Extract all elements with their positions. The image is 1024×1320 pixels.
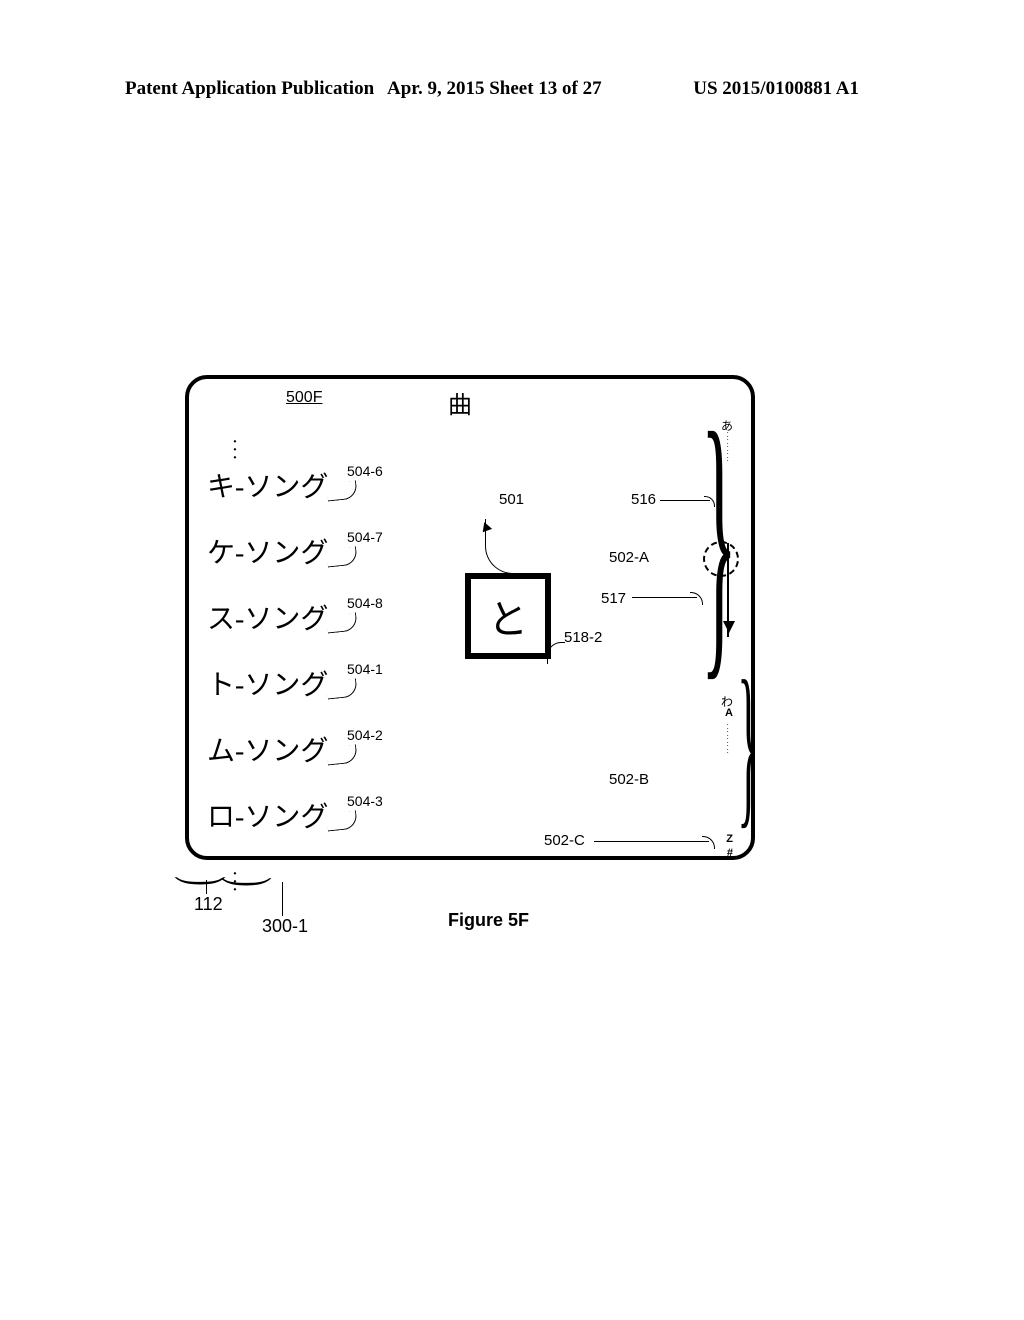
publication-number: US 2015/0100881 A1 <box>693 78 859 100</box>
reference-label: 504-6 <box>347 464 383 478</box>
list-item[interactable]: ス-ソング 504-8 <box>207 606 328 634</box>
list-item[interactable]: ト-ソング 504-1 <box>207 672 328 700</box>
leader-arrow <box>485 519 515 574</box>
ellipsis-icon: ··· <box>215 438 255 462</box>
list-item[interactable]: ケ-ソング 504-7 <box>207 540 328 568</box>
reference-label: 517 <box>601 590 626 607</box>
header-center: Apr. 9, 2015 Sheet 13 of 27 <box>387 78 602 100</box>
popup-character: と <box>488 587 528 645</box>
index-char[interactable]: A <box>725 707 733 719</box>
reference-label: 504-1 <box>347 662 383 676</box>
index-char[interactable]: # <box>727 847 733 859</box>
figure-caption: Figure 5F <box>448 910 529 931</box>
ellipsis-icon: ········· <box>726 723 729 827</box>
leader-line <box>206 880 207 894</box>
reference-label: 502-B <box>609 771 649 788</box>
reference-label: 502-C <box>544 832 585 849</box>
header-left: Patent Application Publication <box>125 78 374 100</box>
touch-indicator <box>703 541 739 577</box>
leader-line <box>326 810 358 831</box>
list-item[interactable]: キ-ソング 504-6 <box>207 474 328 502</box>
index-scrubber[interactable]: あ ········· ··········· わ A ········· Z … <box>713 417 739 844</box>
screen-title: 曲 <box>448 385 472 420</box>
reference-label: 501 <box>499 491 524 508</box>
leader-line <box>326 744 358 765</box>
leader-line <box>282 882 283 916</box>
list-item[interactable]: ロ-ソング 504-3 <box>207 804 328 832</box>
leader-line <box>632 597 697 598</box>
reference-label: 516 <box>631 491 656 508</box>
index-char[interactable]: Z <box>726 833 733 845</box>
song-text: キ-ソング <box>207 472 328 503</box>
song-text: ト-ソング <box>207 670 328 701</box>
list-item[interactable]: ム-ソング 504-2 <box>207 738 328 766</box>
page: Patent Application Publication Apr. 9, 2… <box>0 0 1024 1320</box>
leader-line <box>326 612 358 633</box>
leader-line <box>326 678 358 699</box>
reference-label: 518-2 <box>564 629 602 646</box>
reference-label: 504-2 <box>347 728 383 742</box>
figure-id-label: 500F <box>286 389 322 407</box>
song-text: ス-ソング <box>207 604 328 635</box>
leader-line <box>594 841 709 842</box>
song-text: ケ-ソング <box>207 538 328 569</box>
brace-icon: ) <box>217 877 281 886</box>
reference-label: 300-1 <box>262 916 308 937</box>
index-preview-popup: と <box>465 573 551 659</box>
leader-line <box>326 546 358 567</box>
song-text: ム-ソング <box>207 736 328 767</box>
song-list[interactable]: ··· キ-ソング 504-6 ケ-ソング 504-7 ス-ソング 504-8 … <box>207 434 328 906</box>
reference-label: 504-7 <box>347 530 383 544</box>
reference-label: 504-3 <box>347 794 383 808</box>
reference-label: 112 <box>194 894 223 915</box>
device-frame: 500F 曲 ··· キ-ソング 504-6 ケ-ソング 504-7 ス-ソング… <box>185 375 755 860</box>
reference-label: 502-A <box>609 549 649 566</box>
leader-line <box>326 480 358 501</box>
song-text: ロ-ソング <box>207 802 328 833</box>
ellipsis-icon: ········· <box>726 431 729 523</box>
ellipsis-icon: ··········· <box>726 563 729 687</box>
brace-icon: } <box>737 679 759 809</box>
reference-label: 504-8 <box>347 596 383 610</box>
